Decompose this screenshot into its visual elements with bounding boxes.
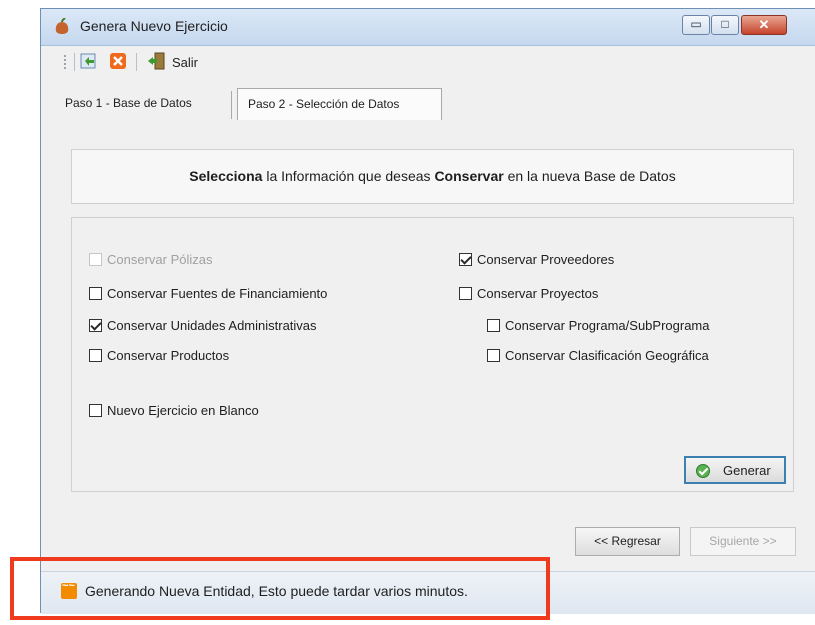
close-button[interactable]: ✕ (741, 15, 787, 35)
checkbox-conservar-polizas[interactable]: Conservar Pólizas (89, 252, 213, 267)
toolbar-grip[interactable] (64, 55, 68, 69)
checkbox-box[interactable] (89, 253, 102, 266)
checkbox-box[interactable] (89, 319, 102, 332)
instructions-text: Selecciona la Información que deseas Con… (72, 168, 793, 184)
checkbox-box[interactable] (89, 287, 102, 300)
checkbox-conservar-clasificacion[interactable]: Conservar Clasificación Geográfica (487, 348, 709, 363)
instructions-bold-1: Selecciona (189, 168, 263, 184)
checkbox-label: Conservar Programa/SubPrograma (505, 318, 710, 333)
main-window: Genera Nuevo Ejercicio ▭ □ ✕ Salir Paso … (40, 8, 815, 614)
toolbar: Salir (41, 47, 815, 75)
close-icon: ✕ (758, 17, 770, 32)
generar-button[interactable]: Generar (684, 456, 786, 484)
maximize-button[interactable]: □ (711, 15, 739, 35)
checkbox-label: Conservar Productos (107, 348, 230, 363)
check-circle-icon (696, 464, 710, 478)
generar-button-label: Generar (723, 463, 771, 478)
toolbar-separator (74, 53, 75, 71)
checkbox-conservar-proveedores[interactable]: Conservar Proveedores (459, 252, 614, 267)
checkbox-conservar-proyectos[interactable]: Conservar Proyectos (459, 286, 598, 301)
maximize-icon: □ (721, 17, 729, 31)
instructions-text-3: en la nueva Base de Datos (503, 168, 676, 184)
window-title: Genera Nuevo Ejercicio (80, 18, 228, 34)
exit-button[interactable]: Salir (172, 55, 198, 70)
checkbox-label: Nuevo Ejercicio en Blanco (107, 403, 259, 418)
checkbox-label: Conservar Pólizas (107, 252, 213, 267)
checkbox-box[interactable] (89, 404, 102, 417)
checkbox-conservar-fuentes[interactable]: Conservar Fuentes de Financiamiento (89, 286, 327, 301)
checkbox-conservar-productos[interactable]: Conservar Productos (89, 348, 229, 363)
siguiente-button[interactable]: Siguiente >> (690, 527, 796, 556)
checkbox-label: Conservar Fuentes de Financiamiento (107, 286, 328, 301)
refresh-icon[interactable] (80, 52, 98, 70)
regresar-button[interactable]: << Regresar (575, 527, 680, 556)
checkbox-conservar-unidades[interactable]: Conservar Unidades Administrativas (89, 318, 317, 333)
options-panel: Conservar Pólizas Conservar Fuentes de F… (71, 217, 794, 492)
exit-icon[interactable] (147, 52, 165, 70)
app-icon (55, 18, 69, 34)
cancel-icon[interactable] (109, 52, 127, 70)
tab-divider (231, 91, 232, 119)
highlight-box (10, 557, 550, 620)
checkbox-label: Conservar Proveedores (477, 252, 615, 267)
checkbox-label: Conservar Unidades Administrativas (107, 318, 317, 333)
checkbox-box[interactable] (89, 349, 102, 362)
instructions-text-2: la Información que deseas (262, 168, 435, 184)
checkbox-label: Conservar Proyectos (477, 286, 599, 301)
checkbox-box[interactable] (459, 287, 472, 300)
minimize-button[interactable]: ▭ (682, 15, 710, 35)
tab-paso-2-label: Paso 2 - Selección de Datos (248, 97, 400, 111)
minimize-icon: ▭ (690, 17, 702, 31)
toolbar-separator (136, 53, 137, 71)
checkbox-nuevo-ejercicio-blanco[interactable]: Nuevo Ejercicio en Blanco (89, 403, 259, 418)
checkbox-conservar-programa[interactable]: Conservar Programa/SubPrograma (487, 318, 709, 333)
tab-paso-2[interactable]: Paso 2 - Selección de Datos (237, 88, 442, 120)
checkbox-label: Conservar Clasificación Geográfica (505, 348, 709, 363)
checkbox-box[interactable] (487, 349, 500, 362)
checkbox-box[interactable] (459, 253, 472, 266)
tab-paso-1[interactable]: Paso 1 - Base de Datos (65, 96, 192, 110)
instructions-bold-2: Conservar (434, 168, 504, 184)
instructions-panel: Selecciona la Información que deseas Con… (71, 149, 794, 204)
title-bar[interactable]: Genera Nuevo Ejercicio ▭ □ ✕ (41, 9, 815, 46)
checkbox-box[interactable] (487, 319, 500, 332)
